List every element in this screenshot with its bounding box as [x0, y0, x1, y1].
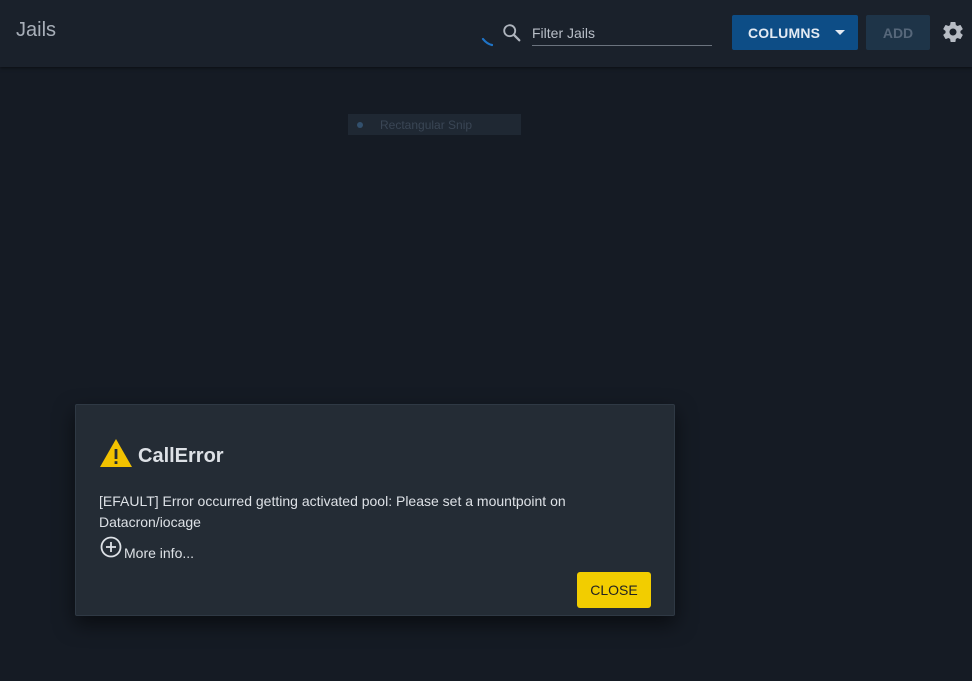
warning-icon	[100, 439, 132, 467]
more-info-label[interactable]: More info...	[124, 545, 194, 561]
add-button-label: ADD	[882, 24, 914, 41]
snip-label: Rectangular Snip	[380, 117, 473, 132]
gear-icon[interactable]	[941, 20, 965, 44]
chevron-down-icon[interactable]	[835, 30, 845, 35]
dialog-message: [EFAULT] Error occurred getting activate…	[99, 493, 566, 530]
rectangular-snip-tooltip: Rectangular Snip	[348, 114, 521, 135]
page-toolbar: Jails COLUMNS ADD	[0, 0, 972, 67]
more-info-toggle[interactable]: More info...	[99, 535, 194, 561]
columns-button-label: COLUMNS	[748, 24, 821, 41]
loading-spinner-icon	[481, 37, 493, 47]
dialog-title: CallError	[138, 445, 224, 467]
snip-icon	[357, 121, 363, 128]
plus-circle-icon[interactable]	[99, 535, 123, 559]
columns-button[interactable]: COLUMNS	[732, 15, 858, 50]
close-button[interactable]: CLOSE	[577, 572, 651, 608]
filter-jails-input[interactable]	[532, 20, 712, 46]
page-title: Jails	[16, 19, 57, 41]
app-root: Jails COLUMNS ADD Rectangular Snip	[0, 0, 972, 681]
error-dialog: CallError [EFAULT] Error occurred gettin…	[75, 404, 675, 616]
add-button[interactable]: ADD	[866, 15, 930, 50]
search-icon[interactable]	[501, 22, 523, 44]
